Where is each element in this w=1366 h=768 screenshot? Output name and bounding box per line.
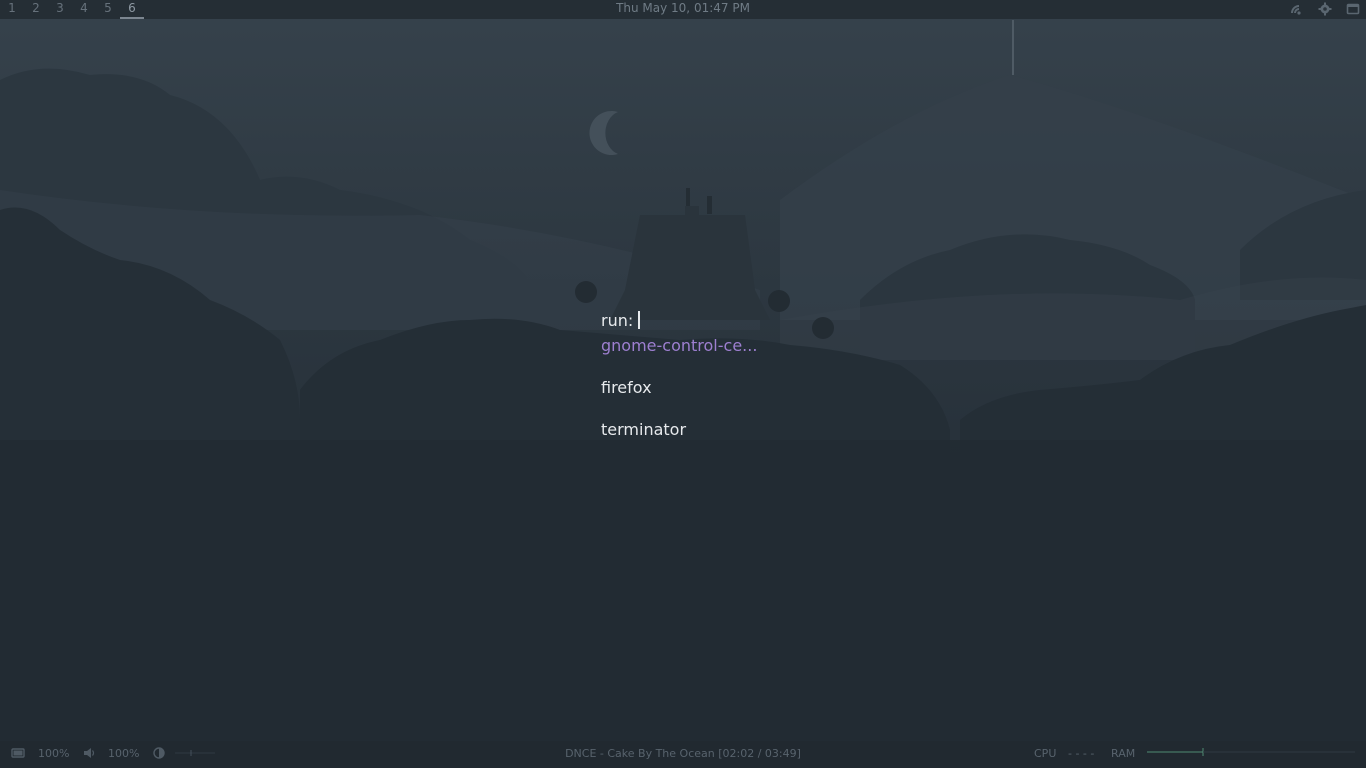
workspace-1[interactable]: 1 (0, 0, 24, 19)
network-icon[interactable] (1290, 2, 1304, 16)
window-icon[interactable] (1346, 2, 1360, 16)
launcher-entry-gnome-control-center[interactable]: gnome-control-ce... (601, 336, 757, 355)
wallpaper-image (0, 20, 1366, 768)
workspace-switcher: 1 2 3 4 5 6 (0, 0, 144, 19)
workspace-3[interactable]: 3 (48, 0, 72, 19)
workspace-2[interactable]: 2 (24, 0, 48, 19)
workspace-4[interactable]: 4 (72, 0, 96, 19)
ram-graph (1147, 748, 1355, 756)
run-launcher: run: gnome-control-ce... firefox termina… (601, 309, 841, 440)
clock: Thu May 10, 01:47 PM (616, 1, 750, 15)
top-panel: 1 2 3 4 5 6 Thu May 10, 01:47 PM (0, 0, 1366, 19)
prompt-row: run: (601, 309, 841, 331)
settings-icon[interactable] (1318, 2, 1332, 16)
cpu-value: - - - - (1068, 747, 1095, 760)
desktop: 1 2 3 4 5 6 Thu May 10, 01:47 PM run: gn… (0, 0, 1366, 768)
workspace-6[interactable]: 6 (120, 0, 144, 19)
ram-label: RAM (1111, 747, 1136, 760)
workspace-5[interactable]: 5 (96, 0, 120, 19)
run-input[interactable] (638, 311, 641, 329)
launcher-entry-terminator[interactable]: terminator (601, 420, 686, 439)
cpu-label: CPU (1034, 747, 1057, 760)
prompt-label: run: (601, 310, 634, 330)
system-tray (1290, 2, 1360, 16)
launcher-entry-firefox[interactable]: firefox (601, 378, 652, 397)
